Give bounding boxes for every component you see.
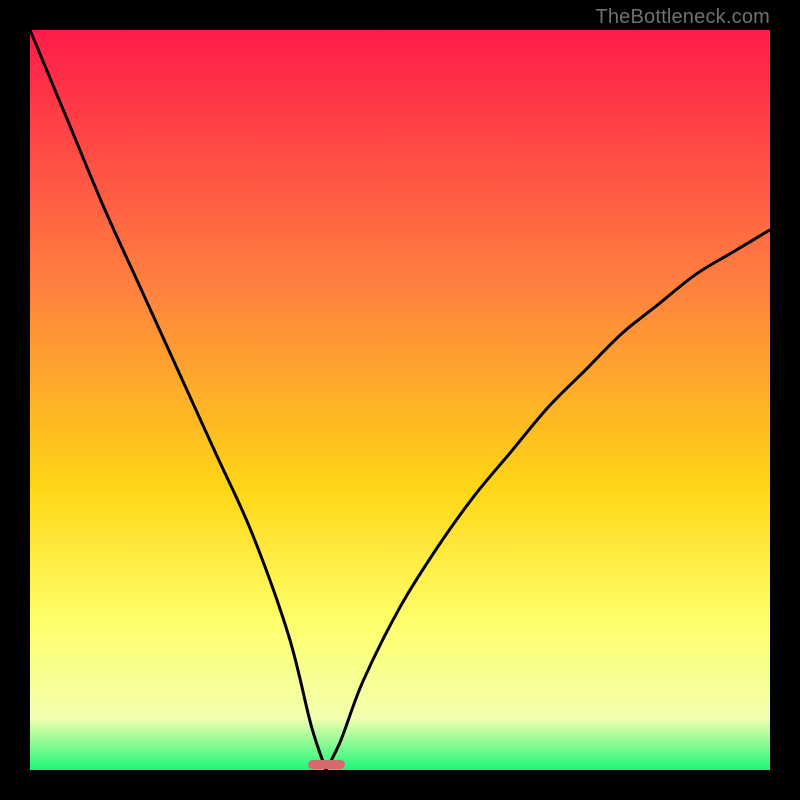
bottleneck-curve [30, 30, 770, 770]
dip-marker [308, 760, 345, 769]
watermark-label: TheBottleneck.com [595, 6, 770, 29]
plot-area [30, 30, 770, 770]
